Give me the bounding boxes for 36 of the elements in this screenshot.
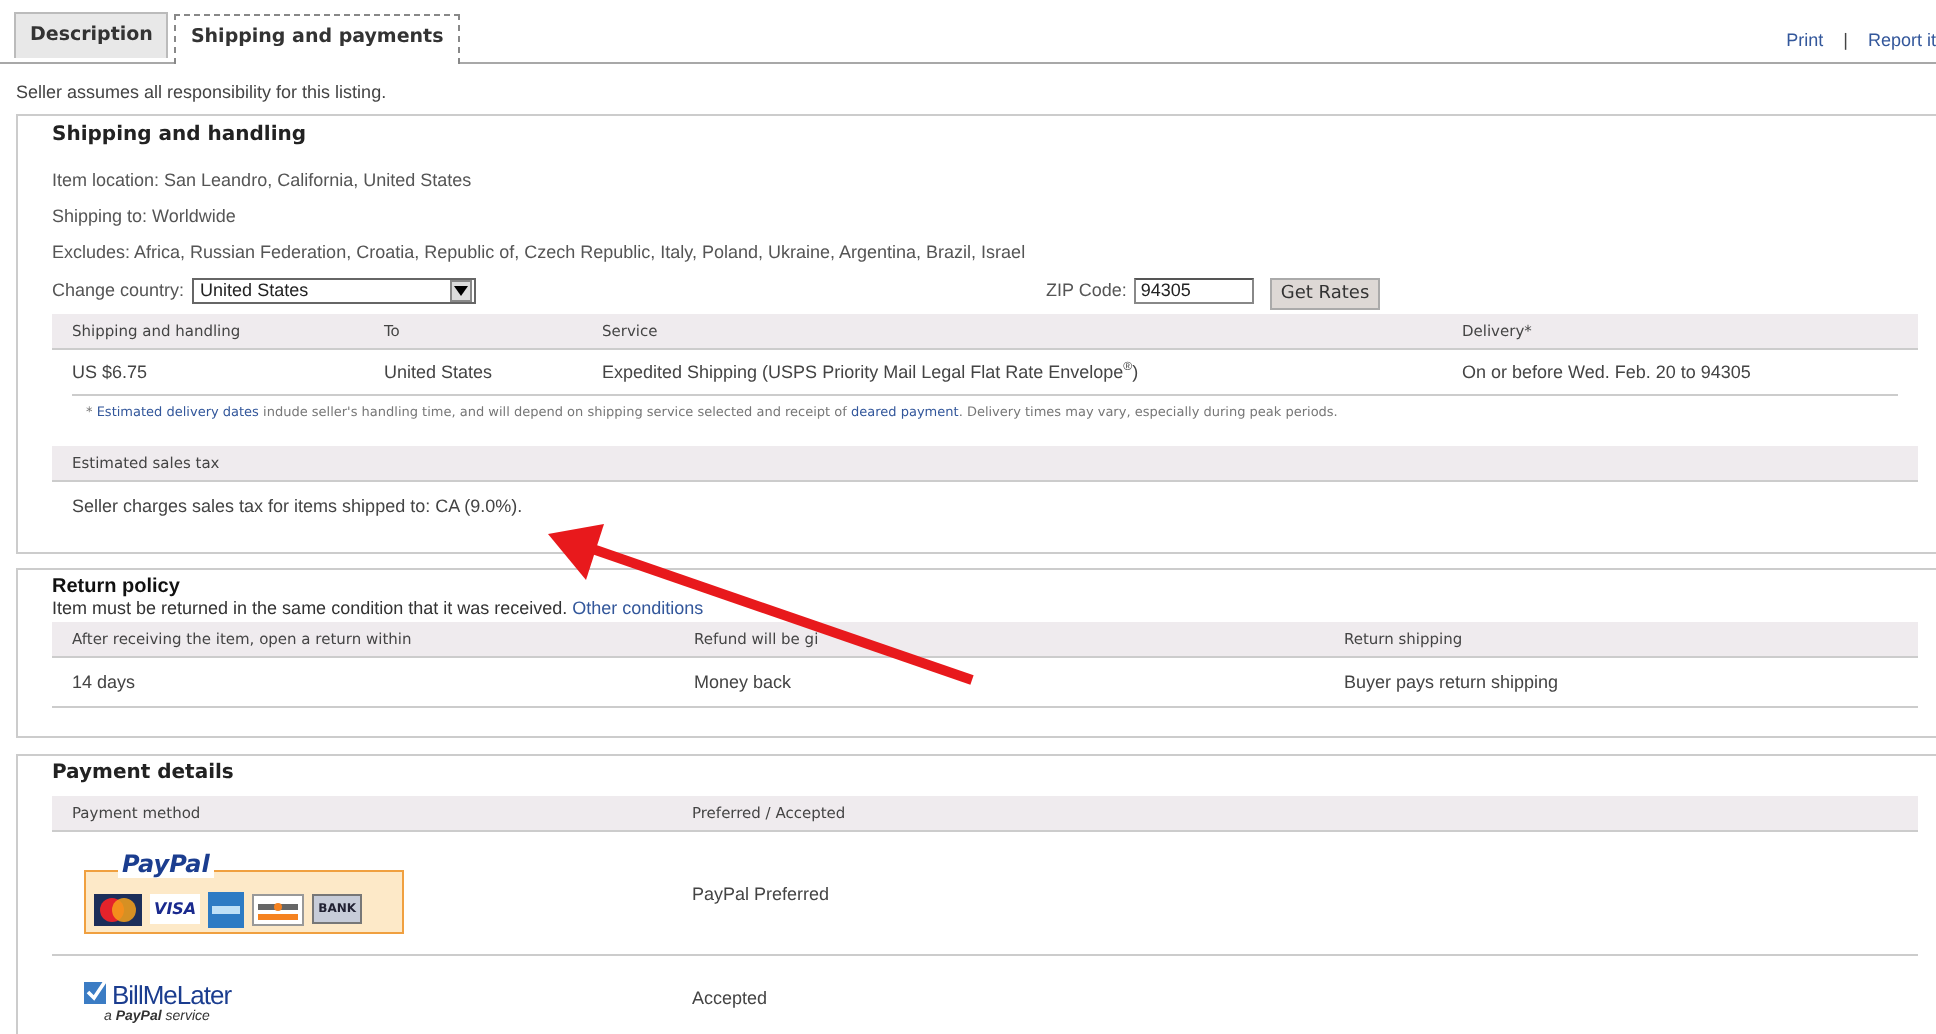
info-text: Shipping to: Worldwide bbox=[52, 204, 238, 230]
zip-field[interactable]: 94305 bbox=[1134, 277, 1255, 303]
field-label: ZIP Code: bbox=[1046, 280, 1127, 300]
get-rates-button[interactable]: Get Rates bbox=[1270, 278, 1380, 310]
logo-text: PayPal bbox=[118, 849, 214, 877]
info-text: Item location: San Leandro, California, United States bbox=[52, 168, 474, 194]
table-cell-text: Money back bbox=[694, 672, 794, 692]
notice-text: Seller assumes all responsibility for this listing. bbox=[14, 80, 389, 106]
conditions-link[interactable]: Other conditions bbox=[572, 598, 704, 618]
section-title: Shipping and handling bbox=[52, 122, 309, 150]
tab[interactable]: Shipping and payments bbox=[174, 14, 460, 64]
section-title: Return policy bbox=[52, 574, 182, 598]
table-cell-text: Buyer pays return shipping bbox=[1344, 672, 1561, 692]
table-cell-text: 14 days bbox=[72, 672, 138, 692]
policy-text: Item must be returned in the same condition that it was received. Other conditions bbox=[52, 598, 706, 620]
tax-text: Seller charges sales tax for items shipped to: CA (9.0%). bbox=[70, 494, 525, 516]
table-cell-text: United States bbox=[384, 362, 495, 382]
logo-text: BillMeLater bbox=[112, 979, 232, 1009]
info-text: Excludes: Africa, Russian Federation, Croatia, Republic of, Czech Republic, Italy, Poland, Ukraine, Argentina, Brazil, Israel bbox=[52, 240, 1028, 266]
tab[interactable]: Description bbox=[14, 12, 169, 58]
field-label: Change country: bbox=[52, 280, 185, 300]
country-dropdown[interactable]: United States bbox=[192, 277, 477, 303]
table-cell-text: Expedited Shipping (USPS Priority Mail Legal Flat Rate Envelope$^{®}$) bbox=[602, 362, 1141, 382]
dropdown-arrow-icon[interactable] bbox=[450, 279, 473, 301]
section-title: Payment details bbox=[52, 760, 236, 788]
card-icon bbox=[252, 893, 305, 925]
card-icon bbox=[94, 893, 142, 925]
top-link[interactable]: Report it bbox=[1867, 30, 1936, 50]
table-cell-text: PayPal Preferred bbox=[692, 883, 832, 903]
table-cell-text: Accepted bbox=[692, 988, 770, 1008]
top-link[interactable]: Print bbox=[1786, 30, 1824, 50]
card-label: VISA bbox=[150, 894, 201, 924]
link-separator: | bbox=[1843, 30, 1848, 50]
table-cell-text: On or before Wed. Feb. 20 to 94305 bbox=[1462, 362, 1753, 382]
table-cell-text: US $6.75 bbox=[72, 362, 150, 382]
card-icon bbox=[208, 891, 245, 927]
